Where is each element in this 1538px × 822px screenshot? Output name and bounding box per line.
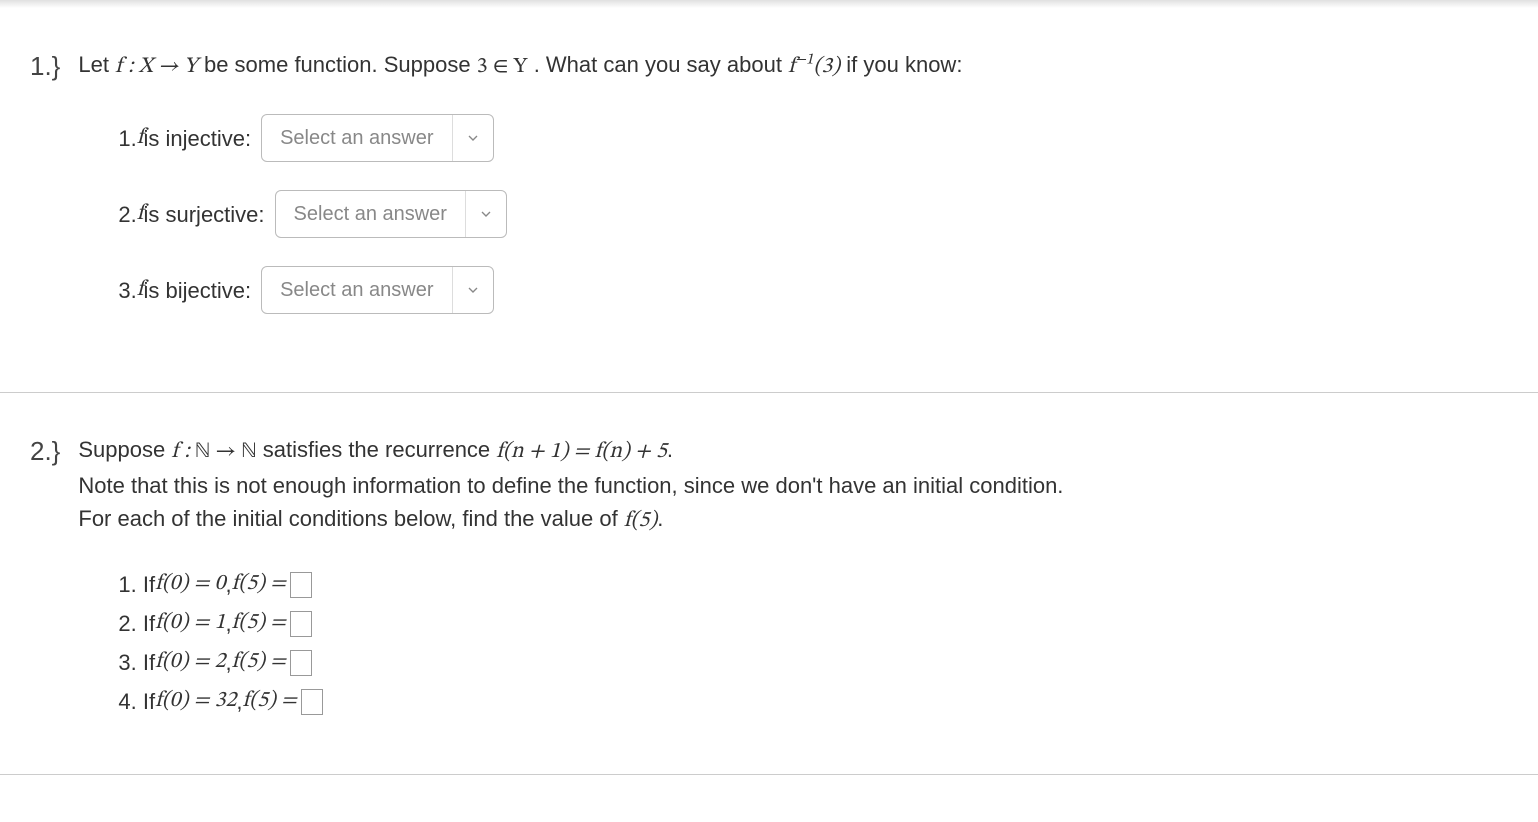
question-2-number: 2.} (30, 433, 60, 469)
q1-arg: (3) (814, 56, 841, 78)
q1p1-text: is injective: (144, 122, 252, 155)
q1-part-1: 1. f is injective: Select an answer (118, 114, 1508, 162)
q1-math-3inY: 3 ∈ Y (477, 56, 528, 78)
q2p4-ask: f(5) = (243, 685, 297, 718)
q2p3-cond: f(0) = 2 (155, 646, 225, 679)
select-placeholder: Select an answer (262, 115, 452, 161)
q2-part-4: 4. If f(0) = 32 , f(5) = (118, 685, 1508, 718)
q1p2-select[interactable]: Select an answer (275, 190, 507, 238)
q2-part-1: 1. If f(0) = 0 , f(5) = (118, 568, 1508, 601)
question-2-prompt: Suppose f : ℕ → ℕ satisfies the recurren… (78, 433, 1508, 538)
q1-part-3: 3. f is bijective: Select an answer (118, 266, 1508, 314)
question-1: 1.} Let f : X → Y be some function. Supp… (0, 8, 1538, 393)
q1p2-f: f (137, 198, 144, 231)
q2p1-cond: f(0) = 0 (155, 568, 225, 601)
q1p2-num: 2. (118, 198, 136, 231)
select-placeholder: Select an answer (262, 267, 452, 313)
q1-f: f (788, 56, 795, 78)
q1p1-select[interactable]: Select an answer (261, 114, 493, 162)
q1p2-text: is surjective: (144, 198, 265, 231)
question-2-body: Suppose f : ℕ → ℕ satisfies the recurren… (78, 433, 1508, 724)
chevron-down-icon (453, 282, 493, 298)
q2p4-cond: f(0) = 32 (155, 685, 236, 718)
q1-math-finv: f−1(3) (788, 56, 840, 78)
select-placeholder: Select an answer (276, 191, 466, 237)
q2-recurrence: f(n + 1) = f(n) + 5 (496, 441, 667, 463)
question-2-subparts: 1. If f(0) = 0 , f(5) = 2. If f(0) = 1 ,… (78, 568, 1508, 718)
q2p3-num: 3. If (118, 646, 155, 679)
q1p1-num: 1. (118, 122, 136, 155)
q2-arrow: → (210, 441, 241, 463)
question-1-number: 1.} (30, 48, 60, 84)
q1-text: . What can you say about (534, 52, 788, 77)
chevron-down-icon (453, 130, 493, 146)
q2-text: For each of the initial conditions below… (78, 506, 623, 531)
q1p3-f: f (137, 274, 144, 307)
q2-N1: ℕ (195, 441, 210, 463)
q2-text: satisfies the recurrence (263, 437, 497, 462)
question-2: 2.} Suppose f : ℕ → ℕ satisfies the recu… (0, 393, 1538, 775)
q2-line2: Note that this is not enough information… (78, 469, 1508, 502)
q2p3-ask: f(5) = (232, 646, 286, 679)
top-shadow (0, 0, 1538, 8)
q1p3-num: 3. (118, 274, 136, 307)
q2-dot: . (657, 506, 663, 531)
q2p1-input[interactable] (290, 572, 312, 598)
q2p4-input[interactable] (301, 689, 323, 715)
q2p2-ask: f(5) = (232, 607, 286, 640)
q1-text: if you know: (846, 52, 962, 77)
q1p3-text: is bijective: (144, 274, 252, 307)
q2-line1: Suppose f : ℕ → ℕ satisfies the recurren… (78, 433, 1508, 469)
question-1-subparts: 1. f is injective: Select an answer 2. f… (78, 114, 1508, 314)
q2p3-input[interactable] (290, 650, 312, 676)
q1-math-fXY: f : X → Y (115, 56, 198, 78)
q1-sup: −1 (795, 52, 814, 68)
q2p2-num: 2. If (118, 607, 155, 640)
q1-text: be some function. Suppose (204, 52, 477, 77)
q2-dot: . (667, 437, 673, 462)
q2-N2: ℕ (241, 441, 256, 463)
q2p2-input[interactable] (290, 611, 312, 637)
q2-line3: For each of the initial conditions below… (78, 502, 1508, 538)
q1-text: Let (78, 52, 115, 77)
q2p4-num: 4. If (118, 685, 155, 718)
q2-f5: f(5) (624, 510, 657, 532)
q1p1-f: f (137, 122, 144, 155)
q2-part-3: 3. If f(0) = 2 , f(5) = (118, 646, 1508, 679)
q2p2-cond: f(0) = 1 (155, 607, 225, 640)
chevron-down-icon (466, 206, 506, 222)
q1p3-select[interactable]: Select an answer (261, 266, 493, 314)
q2-text: Suppose (78, 437, 171, 462)
question-1-prompt: Let f : X → Y be some function. Suppose … (78, 48, 1508, 84)
q2-f: f : (171, 441, 195, 463)
question-1-body: Let f : X → Y be some function. Suppose … (78, 48, 1508, 342)
q2p1-ask: f(5) = (232, 568, 286, 601)
q1-part-2: 2. f is surjective: Select an answer (118, 190, 1508, 238)
q2-part-2: 2. If f(0) = 1 , f(5) = (118, 607, 1508, 640)
q2p1-num: 1. If (118, 568, 155, 601)
